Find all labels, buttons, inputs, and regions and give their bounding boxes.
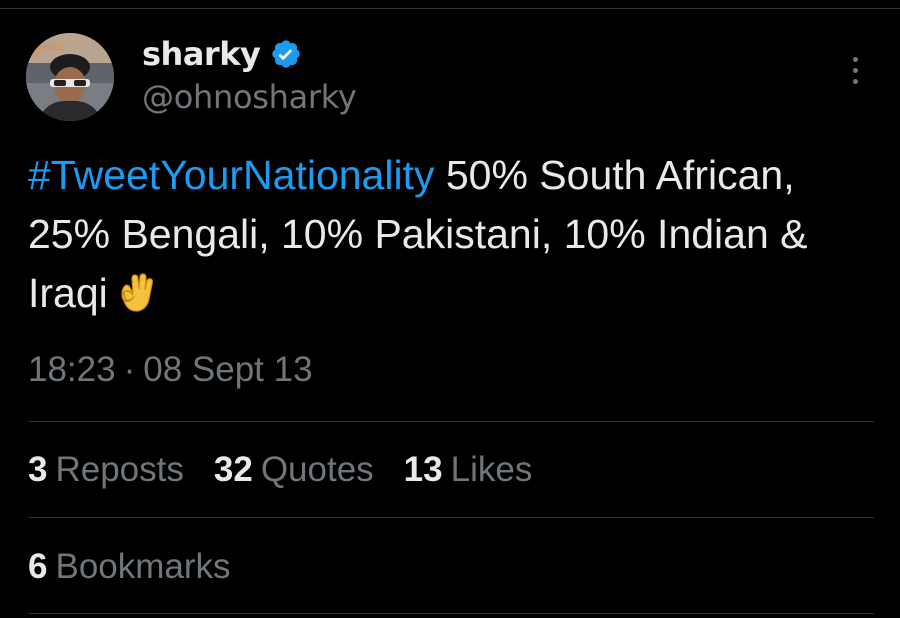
reposts-label: Reposts — [55, 450, 184, 489]
bookmarks-label: Bookmarks — [55, 547, 231, 586]
divider — [28, 613, 874, 614]
reposts-count: 3 — [28, 450, 48, 489]
bookmarks-stat[interactable]: 6 Bookmarks — [28, 547, 231, 587]
tweet-time: 18:23 — [28, 350, 116, 389]
quotes-stat[interactable]: 32 Quotes — [214, 450, 374, 490]
author-handle[interactable]: @ohnosharky — [142, 78, 357, 116]
quotes-label: Quotes — [260, 450, 374, 489]
ok-hand-emoji — [114, 271, 158, 315]
more-options-icon[interactable] — [842, 50, 868, 90]
tweet-text: #TweetYourNationality 50% South African,… — [28, 146, 868, 323]
tweet-detail: sharky @ohnosharky #TweetYourNationality… — [0, 0, 900, 618]
likes-count: 13 — [403, 450, 443, 489]
more-dot — [852, 78, 858, 84]
more-dot — [852, 56, 858, 62]
avatar[interactable] — [26, 33, 114, 121]
engagement-stats: 3 Reposts 32 Quotes 13 Likes — [28, 450, 532, 490]
divider — [28, 517, 874, 518]
verified-badge-icon[interactable] — [270, 38, 302, 70]
quotes-count: 32 — [213, 450, 253, 489]
reposts-stat[interactable]: 3 Reposts — [28, 450, 184, 490]
hashtag-link[interactable]: #TweetYourNationality — [28, 152, 434, 198]
more-dot — [852, 67, 858, 73]
divider — [28, 421, 874, 422]
tweet-timestamp[interactable]: 18:23 · 08 Sept 13 — [28, 350, 313, 390]
likes-stat[interactable]: 13 Likes — [404, 450, 533, 490]
meta-separator: · — [123, 350, 136, 389]
tweet-date: 08 Sept 13 — [143, 350, 313, 389]
bookmarks-count: 6 — [28, 547, 48, 586]
likes-label: Likes — [450, 450, 533, 489]
author-name-row: sharky — [142, 32, 302, 76]
author-display-name[interactable]: sharky — [142, 35, 261, 73]
